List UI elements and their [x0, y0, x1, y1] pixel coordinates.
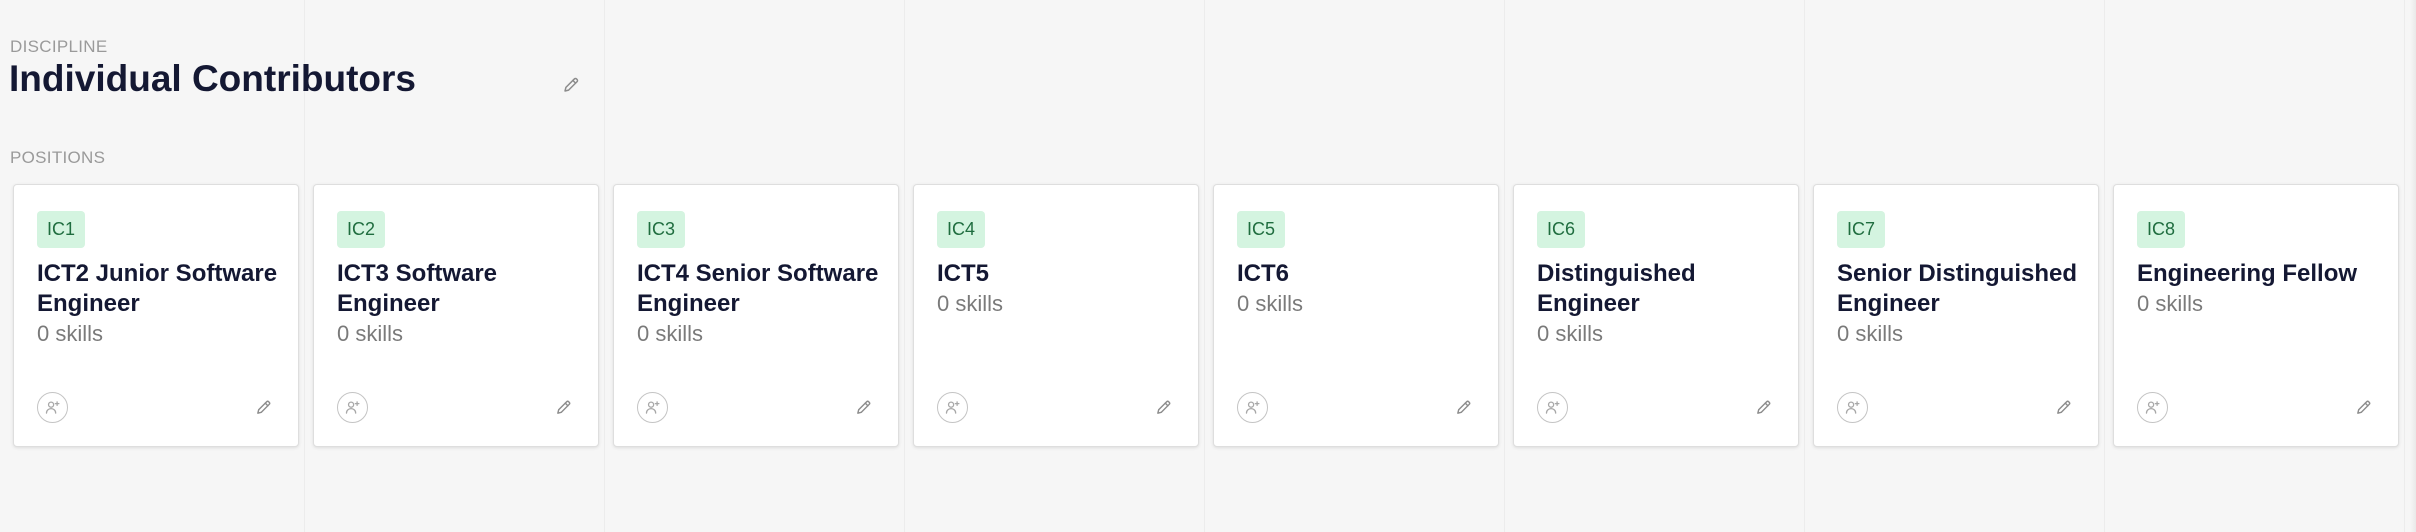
position-card[interactable]: IC8 Engineering Fellow 0 skills — [2113, 184, 2399, 447]
level-badge: IC3 — [637, 211, 686, 248]
pencil-icon — [556, 400, 570, 414]
position-skill-count: 0 skills — [2137, 291, 2204, 316]
position-card[interactable]: IC4 ICT5 0 skills — [913, 184, 1199, 447]
person-add-icon — [1845, 401, 1860, 414]
person-add-icon — [345, 401, 360, 414]
position-card-body: ICT6 0 skills — [1237, 259, 1485, 319]
edit-position-button[interactable] — [550, 394, 576, 420]
positions-overline: POSITIONS — [10, 148, 106, 167]
edit-position-button[interactable] — [250, 394, 276, 420]
scroll-edge-shadow — [2410, 0, 2416, 532]
assign-person-button[interactable] — [1537, 392, 1568, 423]
position-title: ICT4 Senior Software Engineer — [637, 260, 879, 317]
position-card-body: ICT2 Junior Software Engineer 0 skills — [37, 259, 285, 349]
pencil-icon — [856, 400, 870, 414]
person-add-icon — [45, 401, 60, 414]
discipline-title: Individual Contributors — [9, 58, 416, 99]
assign-person-button[interactable] — [2137, 392, 2168, 423]
person-add-icon — [1545, 401, 1560, 414]
position-skill-count: 0 skills — [1837, 321, 1904, 346]
assign-person-button[interactable] — [1237, 392, 1268, 423]
column-divider — [904, 0, 905, 532]
position-card[interactable]: IC2 ICT3 Software Engineer 0 skills — [313, 184, 599, 447]
person-add-icon — [1245, 401, 1260, 414]
position-card[interactable]: IC6 Distinguished Engineer 0 skills — [1513, 184, 1799, 447]
edit-discipline-button[interactable] — [558, 72, 584, 98]
assign-person-button[interactable] — [337, 392, 368, 423]
discipline-overline: DISCIPLINE — [10, 37, 108, 56]
person-add-icon — [2145, 401, 2160, 414]
person-add-icon — [945, 401, 960, 414]
level-badge: IC6 — [1537, 211, 1586, 248]
column-divider — [1804, 0, 1805, 532]
column-divider — [2104, 0, 2105, 532]
edit-position-button[interactable] — [1150, 394, 1176, 420]
column-divider — [1504, 0, 1505, 532]
edit-position-button[interactable] — [2350, 394, 2376, 420]
position-skill-count: 0 skills — [337, 321, 404, 346]
column-divider — [2404, 0, 2405, 532]
position-card-body: Engineering Fellow 0 skills — [2137, 259, 2385, 319]
position-skill-count: 0 skills — [937, 291, 1004, 316]
edit-position-button[interactable] — [850, 394, 876, 420]
assign-person-button[interactable] — [937, 392, 968, 423]
pencil-icon — [2056, 400, 2070, 414]
pencil-icon — [1756, 400, 1770, 414]
level-badge: IC1 — [37, 211, 86, 248]
pencil-icon — [2356, 400, 2370, 414]
edit-position-button[interactable] — [2050, 394, 2076, 420]
position-card-body: Senior Distinguished Engineer 0 skills — [1837, 259, 2085, 349]
pencil-icon — [1456, 400, 1470, 414]
position-title: ICT2 Junior Software Engineer — [37, 260, 278, 317]
assign-person-button[interactable] — [37, 392, 68, 423]
position-card-body: ICT5 0 skills — [937, 259, 1185, 319]
edit-position-button[interactable] — [1450, 394, 1476, 420]
position-card-body: ICT4 Senior Software Engineer 0 skills — [637, 259, 885, 349]
position-skill-count: 0 skills — [637, 321, 704, 346]
level-badge: IC8 — [2137, 211, 2186, 248]
level-badge: IC2 — [337, 211, 386, 248]
position-card[interactable]: IC1 ICT2 Junior Software Engineer 0 skil… — [13, 184, 299, 447]
level-badge: IC7 — [1837, 211, 1886, 248]
pencil-icon — [256, 400, 270, 414]
assign-person-button[interactable] — [637, 392, 668, 423]
position-card[interactable]: IC7 Senior Distinguished Engineer 0 skil… — [1813, 184, 2099, 447]
position-title: Engineering Fellow — [2137, 260, 2358, 287]
position-skill-count: 0 skills — [1537, 321, 1604, 346]
person-add-icon — [645, 401, 660, 414]
position-card-body: ICT3 Software Engineer 0 skills — [337, 259, 585, 349]
column-divider — [604, 0, 605, 532]
level-badge: IC5 — [1237, 211, 1286, 248]
position-title: Senior Distinguished Engineer — [1837, 260, 2078, 317]
position-card[interactable]: IC3 ICT4 Senior Software Engineer 0 skil… — [613, 184, 899, 447]
edit-position-button[interactable] — [1750, 394, 1776, 420]
position-skill-count: 0 skills — [37, 321, 104, 346]
assign-person-button[interactable] — [1837, 392, 1868, 423]
position-card-body: Distinguished Engineer 0 skills — [1537, 259, 1785, 349]
level-badge: IC4 — [937, 211, 986, 248]
position-title: Distinguished Engineer — [1537, 260, 1696, 317]
pencil-icon — [564, 77, 579, 92]
position-card[interactable]: IC5 ICT6 0 skills — [1213, 184, 1499, 447]
discipline-board: DISCIPLINE Individual Contributors POSIT… — [0, 0, 2416, 532]
column-divider — [1204, 0, 1205, 532]
position-title: ICT5 — [937, 260, 990, 287]
position-title: ICT3 Software Engineer — [337, 260, 498, 317]
position-skill-count: 0 skills — [1237, 291, 1304, 316]
position-title: ICT6 — [1237, 260, 1290, 287]
pencil-icon — [1156, 400, 1170, 414]
